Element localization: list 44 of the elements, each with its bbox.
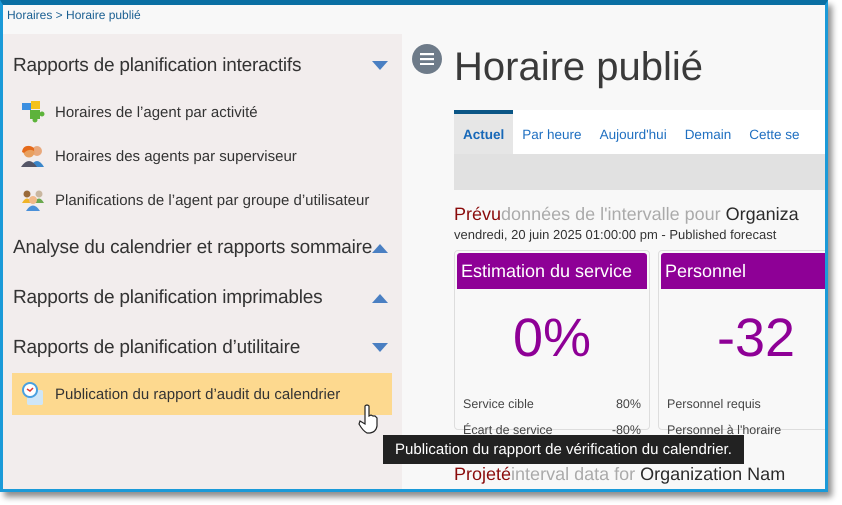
metric-value: 0% xyxy=(512,307,592,369)
section-title[interactable]: Rapports de planification imprimables xyxy=(13,287,322,309)
expand-arrow-icon[interactable] xyxy=(372,243,388,253)
page-title: Horaire publié xyxy=(454,44,704,90)
card-title: Estimation du service xyxy=(457,253,647,289)
heading-text: Organization Nam xyxy=(640,464,786,485)
expand-arrow-icon[interactable] xyxy=(372,293,388,303)
menu-icon xyxy=(420,53,434,65)
report-item[interactable]: Publication du rapport d’audit du calendrier xyxy=(12,373,392,415)
report-item[interactable]: Horaires de l’agent par activité xyxy=(12,91,392,133)
tab[interactable]: Aujourd'hui xyxy=(590,110,676,154)
metric-value: 80% xyxy=(616,397,641,411)
metric-label: Personnel requis xyxy=(667,397,761,411)
metric-value: -80% xyxy=(612,423,641,437)
menu-button[interactable] xyxy=(412,44,442,74)
report-item[interactable]: Planifications de l’agent par groupe d’utilisateur xyxy=(12,179,392,221)
heading-text: Prévu xyxy=(454,204,502,225)
tab[interactable]: Actuel xyxy=(454,110,514,154)
heading-text: données de l'intervalle pour xyxy=(501,204,721,225)
heading-text: interval data for xyxy=(511,464,636,485)
tab[interactable]: Cette se xyxy=(740,110,808,154)
tooltip: Publication du rapport de vérification du calendrier. xyxy=(383,435,744,464)
collapse-arrow-icon[interactable] xyxy=(372,61,388,71)
user-group-icon xyxy=(21,189,45,211)
section-title[interactable]: Rapports de planification interactifs xyxy=(13,55,302,77)
date-subtitle: vendredi, 20 juin 2025 01:00:00 pm - Published forecast xyxy=(454,227,778,242)
metric-label: Service cible xyxy=(463,397,534,411)
section-title[interactable]: Rapports de planification d’utilitaire xyxy=(13,337,300,359)
tab[interactable]: Demain xyxy=(676,110,740,154)
puzzle-icon xyxy=(21,101,45,123)
card-title: Personnel xyxy=(661,253,825,289)
report-item[interactable]: Horaires des agents par superviseur xyxy=(12,135,392,177)
heading-text: Organiza xyxy=(726,204,799,225)
tab[interactable]: Par heure xyxy=(513,110,591,154)
collapse-arrow-icon[interactable] xyxy=(372,343,388,353)
clock-icon xyxy=(21,382,45,406)
metric-label: Écart de service xyxy=(463,423,553,437)
section-title[interactable]: Analyse du calendrier et rapports sommaire xyxy=(13,237,372,259)
metric-value: -32 xyxy=(716,307,796,369)
people-icon xyxy=(21,145,45,167)
breadcrumb[interactable]: Horaires > Horaire publié xyxy=(7,8,141,22)
metric-label: Personnel à l'horaire xyxy=(667,423,782,437)
hand-cursor-icon xyxy=(358,404,380,434)
heading-text: Projeté xyxy=(454,464,512,485)
